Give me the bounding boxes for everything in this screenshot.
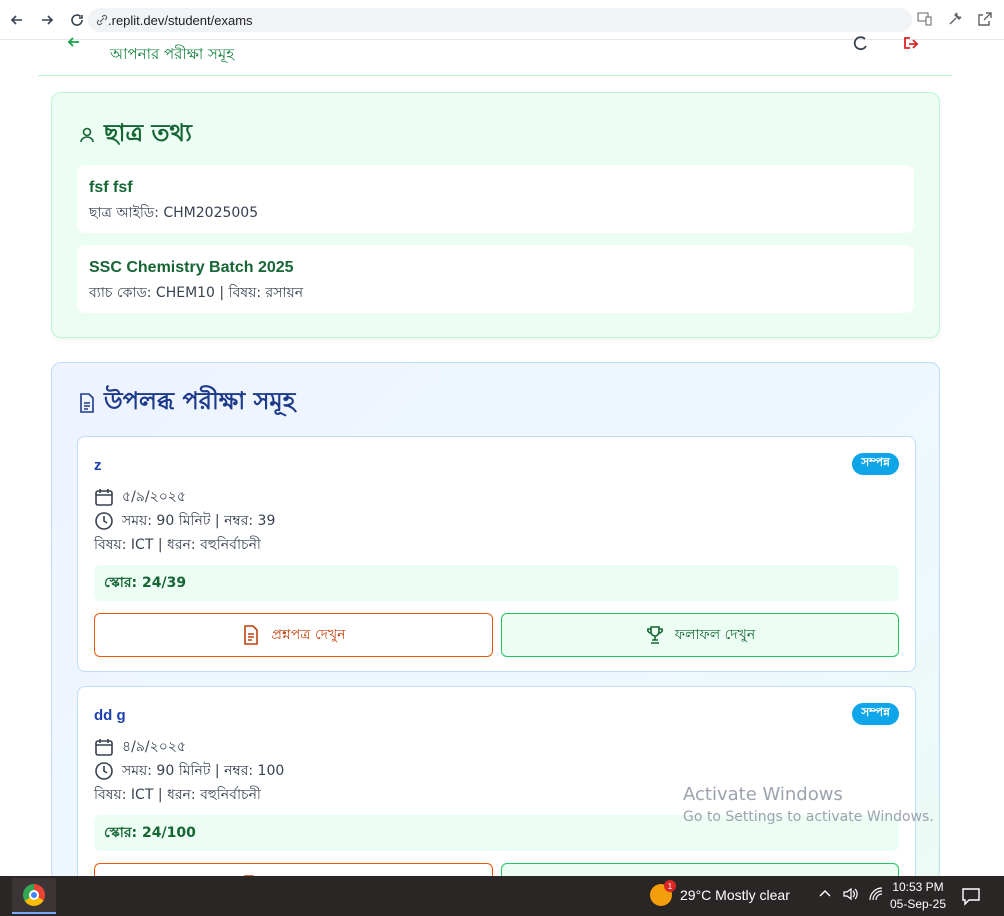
back-arrow-icon[interactable] [66, 34, 82, 55]
student-id: ছাত্র আইডি: CHM2025005 [89, 205, 259, 221]
open-external-icon[interactable] [976, 10, 994, 28]
view-result-label: ফলাফল দেখুন [674, 627, 756, 643]
system-tray [818, 886, 884, 905]
exam-duration-row: সময়: 90 মিনিট | নম্বর: 100 [94, 759, 284, 783]
exams-heading: উপলব্ধ পরীক্ষা সমূহ [78, 383, 295, 423]
calendar-icon [95, 489, 113, 506]
taskbar-clock[interactable]: 10:53 PM 05-Sep-25 [888, 879, 948, 913]
taskbar: 1 29°C Mostly clear 10:53 PM 05-Sep-25 [0, 876, 1004, 916]
exam-date-row: ৪/৯/২০২৫ [94, 735, 186, 759]
url-path: /student/exams [164, 12, 253, 28]
url-host: .replit.dev [108, 12, 165, 28]
student-info-heading: ছাত্র তথ্য [78, 115, 192, 155]
weather-text: 29°C Mostly clear [680, 887, 790, 903]
batch-name: SSC Chemistry Batch 2025 [89, 259, 294, 276]
page-subtitle: আপনার পরীক্ষা সমূহ [110, 45, 235, 63]
exam-subject-row: বিষয়: ICT | ধরন: বহুনির্বাচনী [94, 533, 261, 557]
wrench-icon[interactable] [946, 10, 964, 28]
reload-icon[interactable] [64, 7, 90, 33]
site-info-icon[interactable] [96, 14, 108, 26]
exam-date: ৫/৯/২০২৫ [122, 489, 186, 505]
wifi-icon[interactable] [868, 886, 884, 905]
exam-name: z [94, 457, 102, 474]
user-icon [80, 127, 94, 143]
exam-duration: সময়: 90 মিনিট | নম্বর: 100 [122, 763, 285, 779]
back-icon[interactable] [4, 7, 30, 33]
clock-icon [95, 762, 113, 780]
activate-windows-watermark: Activate Windows Go to Settings to activ… [683, 784, 934, 825]
watermark-line1: Activate Windows [683, 784, 843, 805]
exam-date: ৪/৯/২০২৫ [122, 739, 186, 755]
batch-info: ব্যাচ কোড: CHEM10 | বিষয়: রসায়ন [89, 285, 304, 301]
chrome-taskbar-button[interactable] [12, 878, 56, 914]
weather-widget[interactable]: 1 29°C Mostly clear [650, 880, 790, 906]
refresh-icon[interactable] [850, 34, 870, 54]
devices-icon[interactable] [916, 10, 934, 28]
view-question-label: প্রশ্নপত্র দেখুন [271, 627, 346, 643]
logout-icon[interactable] [902, 34, 922, 54]
document-icon [244, 625, 259, 645]
exam-subject-row: বিষয়: ICT | ধরন: বহুনির্বাচনী [94, 783, 261, 807]
app-header: আপনার পরীক্ষা সমূহ [38, 36, 952, 76]
view-question-button[interactable]: প্রশ্নপত্র দেখুন [94, 613, 493, 657]
exam-date-row: ৫/৯/২০২৫ [94, 485, 186, 509]
weather-badge: 1 [664, 880, 676, 892]
chevron-up-icon[interactable] [818, 886, 832, 905]
student-info-title: ছাত্র তথ্য [104, 119, 193, 147]
exam-card: z সম্পন্ন ৫/৯/২০২৫ সময়: 90 মিনিট | নম্ব… [77, 436, 916, 672]
exam-score: স্কোর: 24/39 [94, 565, 899, 601]
volume-icon[interactable] [842, 886, 858, 905]
document-icon [80, 393, 94, 413]
student-name: fsf fsf [89, 179, 133, 196]
clock-icon [95, 512, 113, 530]
watermark-line2: Go to Settings to activate Windows. [683, 809, 934, 825]
calendar-icon [95, 739, 113, 756]
exam-subject: বিষয়: ICT | ধরন: বহুনির্বাচনী [94, 787, 261, 803]
exam-name: dd g [94, 707, 126, 724]
forward-icon[interactable] [34, 7, 60, 33]
status-badge: সম্পন্ন [852, 703, 899, 725]
view-result-button[interactable]: ফলাফল দেখুন [501, 613, 899, 657]
weather-icon: 1 [650, 880, 676, 906]
exam-subject: বিষয়: ICT | ধরন: বহুনির্বাচনী [94, 537, 261, 553]
notification-icon[interactable] [960, 885, 982, 907]
clock-date: 05-Sep-25 [889, 897, 947, 911]
batch-box: SSC Chemistry Batch 2025 ব্যাচ কোড: CHEM… [77, 245, 914, 313]
student-info-card: ছাত্র তথ্য fsf fsf ছাত্র আইডি: CHM202500… [51, 92, 940, 338]
chrome-icon [23, 884, 45, 906]
status-badge: সম্পন্ন [852, 453, 899, 475]
address-bar[interactable]: .replit.dev/student/exams [88, 8, 912, 32]
clock-time: 10:53 PM [892, 880, 944, 894]
exam-duration: সময়: 90 মিনিট | নম্বর: 39 [122, 513, 276, 529]
exam-duration-row: সময়: 90 মিনিট | নম্বর: 39 [94, 509, 275, 533]
exams-title: উপলব্ধ পরীক্ষা সমূহ [104, 387, 296, 415]
student-name-box: fsf fsf ছাত্র আইডি: CHM2025005 [77, 165, 914, 233]
trophy-icon [646, 626, 663, 644]
